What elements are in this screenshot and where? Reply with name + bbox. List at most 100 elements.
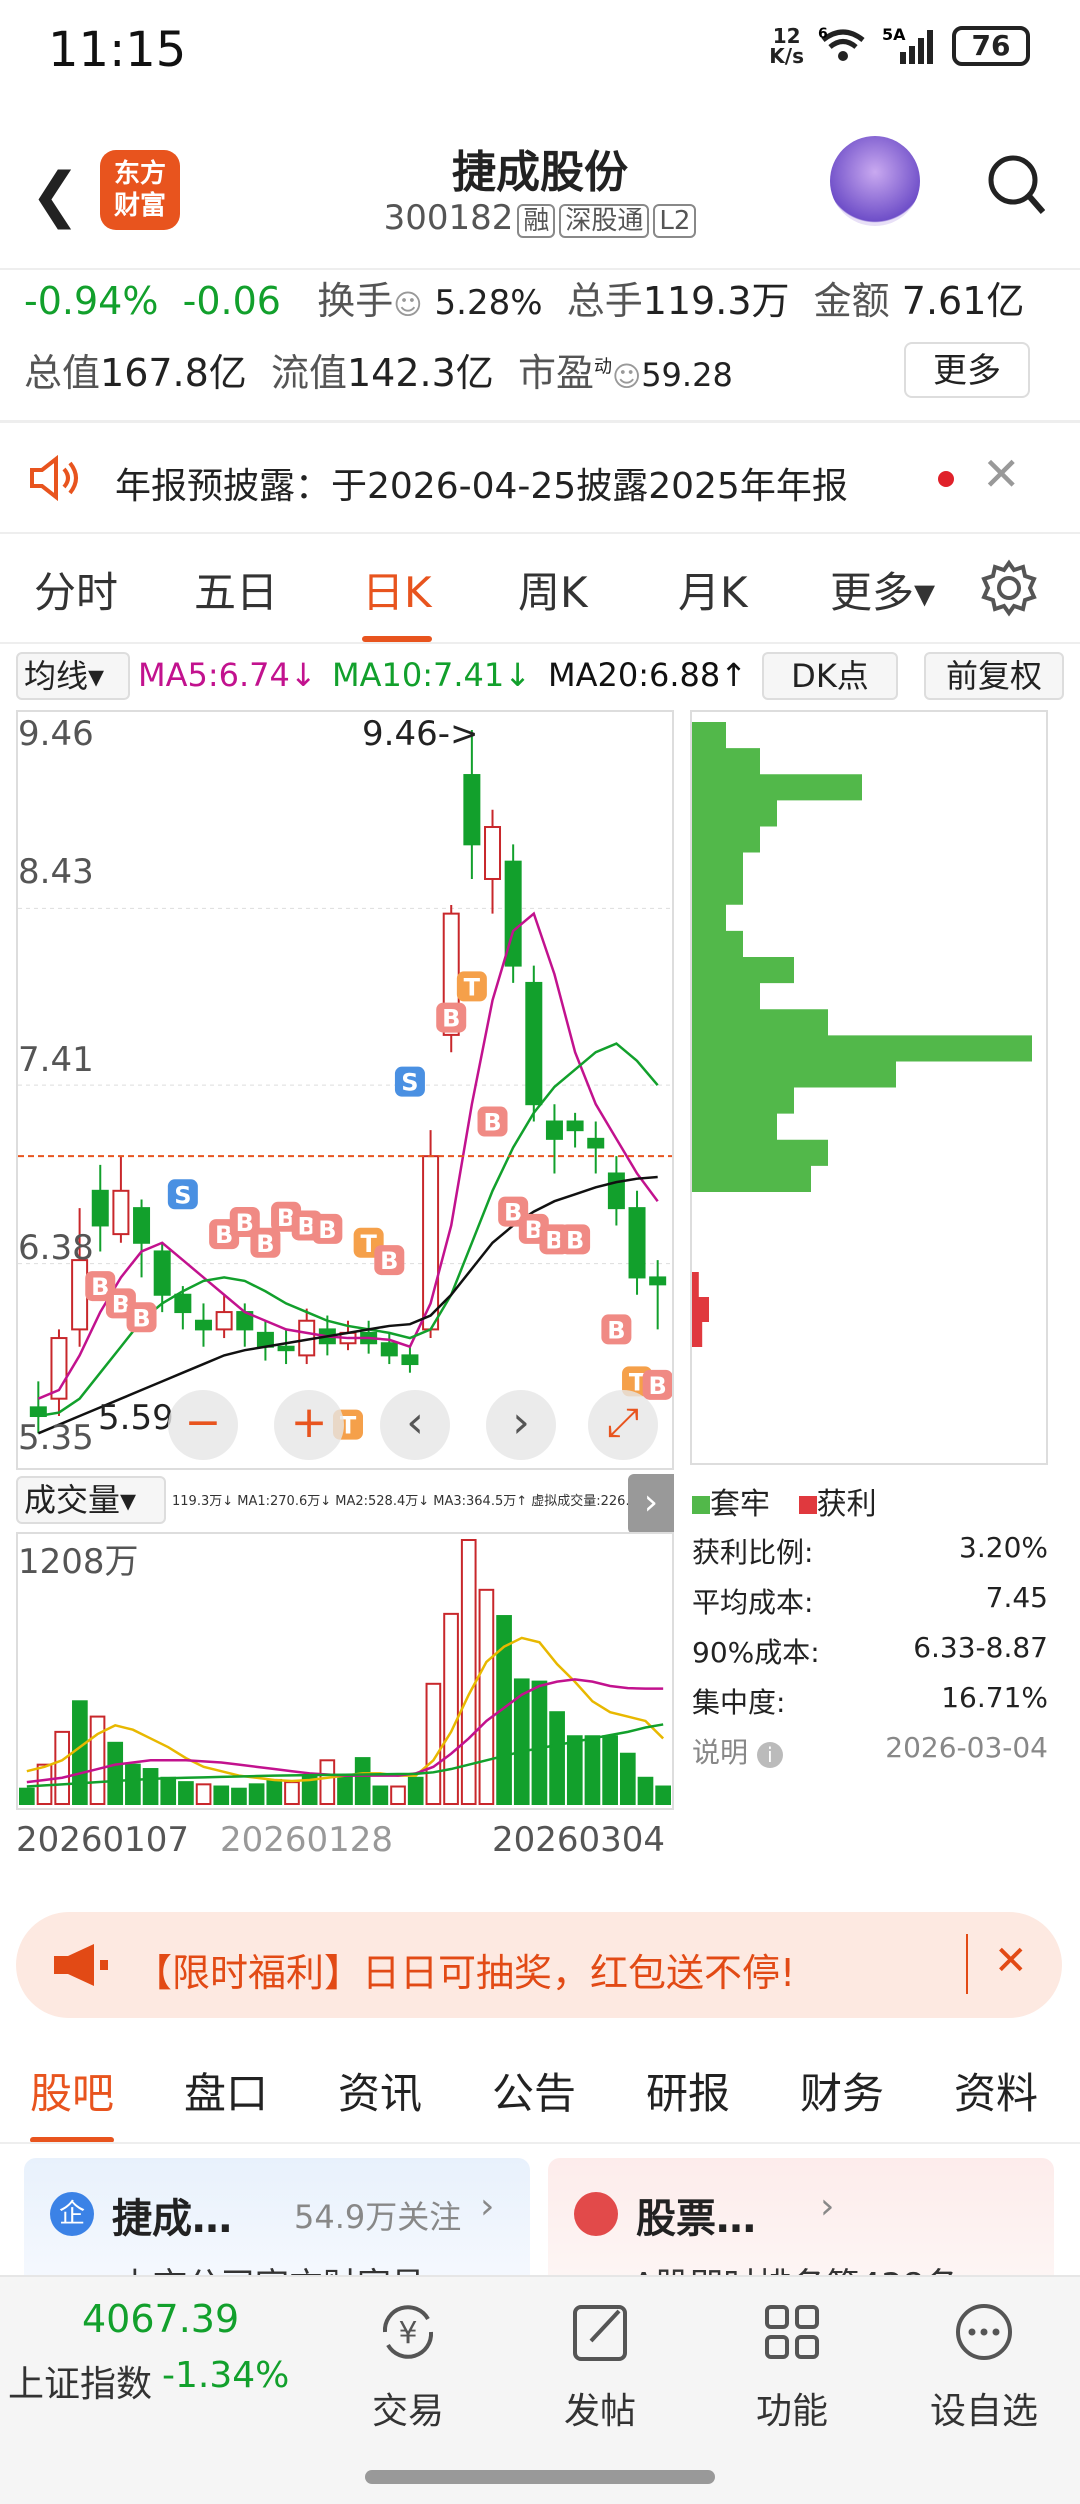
search-icon[interactable]	[985, 150, 1045, 220]
signal-label: S	[401, 1069, 418, 1097]
chip-green-area	[692, 722, 1032, 1192]
pe-info-icon[interactable]: ☺	[612, 360, 641, 393]
close-icon[interactable]: ✕	[982, 447, 1021, 501]
signal-label: B	[132, 1304, 150, 1332]
tab-forum[interactable]: 股吧	[30, 2060, 115, 2143]
zoom-in-button[interactable]: +	[274, 1390, 344, 1460]
pe-label: 市盈	[517, 351, 594, 395]
adjust-button[interactable]: 前复权	[924, 652, 1064, 700]
tab-five-day[interactable]: 五日	[194, 559, 278, 620]
volume-bar	[531, 1680, 548, 1805]
chevron-right-icon: ›	[480, 2186, 495, 2227]
fullscreen-button[interactable]: ⤢	[588, 1390, 658, 1460]
tab-profile[interactable]: 资料	[954, 2060, 1038, 2121]
card-title: 捷成…	[112, 2196, 232, 2242]
chip-red-area	[692, 1272, 709, 1347]
volume-bar	[142, 1768, 159, 1805]
home-indicator[interactable]	[365, 2470, 715, 2484]
kline-tabs: 分时 五日 日K 周K 月K 更多▾	[0, 535, 1080, 645]
index-name[interactable]: 上证指数	[8, 2355, 152, 2407]
gear-icon[interactable]	[980, 559, 1038, 617]
tab-research[interactable]: 研报	[646, 2060, 730, 2121]
change-abs: -0.06	[182, 279, 281, 323]
signal-label: B	[380, 1247, 398, 1275]
more-button[interactable]: 更多	[904, 342, 1030, 398]
tab-intraday[interactable]: 分时	[34, 559, 118, 620]
ma10-label: MA10:7.41↓	[332, 656, 532, 694]
y-label-top: 9.46	[18, 714, 94, 754]
stat-row: 平均成本: 7.45	[692, 1581, 1048, 1619]
tab-news[interactable]: 资讯	[338, 2060, 422, 2121]
battery-icon: 76	[952, 26, 1030, 66]
functions-button[interactable]: 功能	[712, 2297, 872, 2434]
clock: 11:15	[48, 22, 187, 78]
float-value: 142.3亿	[347, 351, 494, 395]
tab-more[interactable]: 更多▾	[830, 559, 935, 620]
tab-orderbook[interactable]: 盘口	[184, 2060, 268, 2121]
mcap-value: 167.8亿	[100, 351, 247, 395]
turnover-value: 5.28%	[434, 283, 543, 323]
ma20-label: MA20:6.88↑	[548, 656, 748, 694]
add-watchlist-button[interactable]: 设自选	[904, 2297, 1064, 2434]
kline-chart[interactable]: BBBSBBBBBBTBTSBTBBBBBBTB 9.46 8.43 7.41 …	[16, 710, 674, 1470]
volume-chart[interactable]: 1208万	[16, 1532, 674, 1810]
promo-banner[interactable]: 【限时福利】日日可抽奖，红包送不停! ✕	[16, 1912, 1062, 2018]
candle-body	[174, 1293, 192, 1314]
volume-value: 119.3万	[642, 279, 790, 323]
candle-body	[401, 1354, 419, 1366]
signal-label: B	[483, 1109, 501, 1137]
robot-avatar[interactable]	[830, 136, 920, 226]
signal-label: S	[174, 1181, 191, 1209]
volume-bar	[637, 1776, 654, 1806]
index-value[interactable]: 4067.39	[82, 2297, 239, 2341]
volume-bar	[178, 1781, 194, 1805]
candle-body	[463, 774, 481, 846]
ma-selector[interactable]: 均线▾	[16, 652, 130, 700]
company-account-card[interactable]: 企 捷成… 54.9万关注 › 上市公司官方财富号	[24, 2158, 530, 2288]
tab-weekly-k[interactable]: 周K	[518, 559, 588, 620]
volume-bar	[584, 1735, 601, 1806]
turnover-label: 换手	[317, 279, 394, 323]
speaker-icon	[30, 455, 78, 501]
signal-label: B	[607, 1316, 625, 1344]
volume-bar	[231, 1787, 247, 1805]
volume-bar	[125, 1763, 141, 1805]
info-icon[interactable]: i	[756, 1742, 783, 1768]
expand-chevron-icon[interactable]: ›	[628, 1474, 674, 1534]
indicator-selector[interactable]: 成交量▾	[16, 1476, 166, 1524]
info-icon[interactable]: ☺	[393, 288, 422, 321]
candle-body	[587, 1137, 605, 1149]
dk-button[interactable]: DK点	[762, 652, 898, 700]
candle-body	[194, 1319, 212, 1331]
volume-bar	[213, 1785, 230, 1805]
tag-margin: 融	[517, 204, 556, 238]
candle-body	[628, 1207, 646, 1279]
pan-left-button[interactable]: ‹	[380, 1390, 450, 1460]
volume-bar	[107, 1741, 124, 1806]
volume-bar	[319, 1759, 336, 1806]
legend-green-swatch	[692, 1496, 710, 1514]
close-icon[interactable]: ✕	[994, 1938, 1028, 1984]
volume-bar	[619, 1752, 636, 1805]
candle-body	[607, 1172, 625, 1210]
signal-label: B	[649, 1372, 667, 1400]
tag-connect: 深股通	[559, 204, 650, 238]
tab-announcements[interactable]: 公告	[492, 2060, 576, 2121]
post-button[interactable]: 发帖	[520, 2297, 680, 2434]
trade-button[interactable]: ¥ 交易	[328, 2297, 488, 2434]
stock-header: ❮ 东方 财富 捷成股份 300182 融深股通 L2	[0, 110, 1080, 270]
volume-bar	[195, 1783, 212, 1806]
volume-bar	[266, 1778, 283, 1806]
stock-ranking-card[interactable]: 股票… › A股即时排名第438名	[548, 2158, 1054, 2288]
volume-bar	[89, 1715, 106, 1805]
candle-body	[525, 981, 543, 1106]
stat-row[interactable]: 说明 i 2026-03-04	[692, 1731, 1048, 1771]
tab-monthly-k[interactable]: 月K	[678, 559, 748, 620]
pan-right-button[interactable]: ›	[486, 1390, 556, 1460]
date-label-1: 20260107	[16, 1820, 190, 1860]
volume-bar	[566, 1735, 583, 1806]
notice-bar[interactable]: 年报预披露：于2026-04-25披露2025年年报 ✕	[0, 425, 1080, 530]
zoom-out-button[interactable]: −	[168, 1390, 238, 1460]
tab-daily-k[interactable]: 日K	[362, 559, 432, 642]
tab-finance[interactable]: 财务	[800, 2060, 884, 2121]
